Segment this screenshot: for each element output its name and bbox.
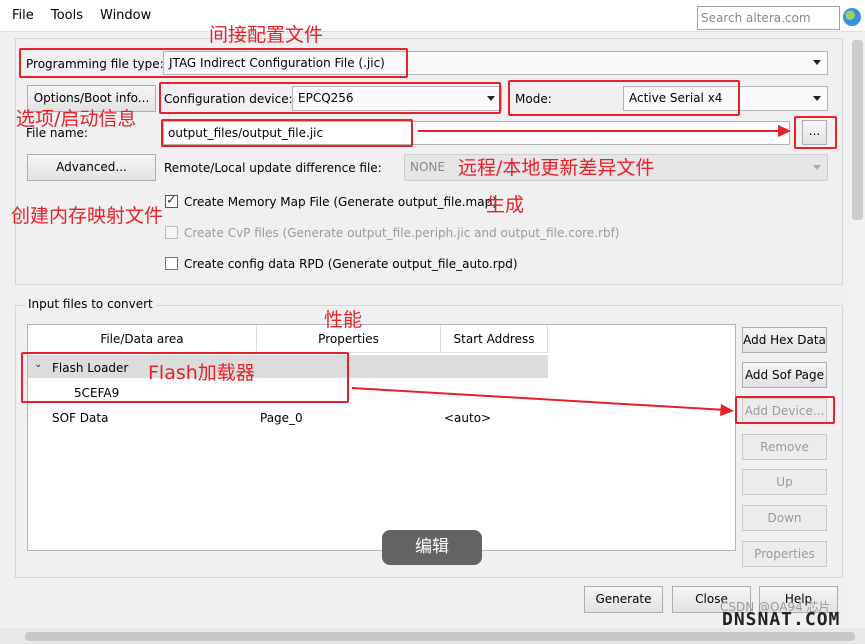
annotation-remote-local: 远程/本地更新差异文件 <box>458 157 655 179</box>
annotation-options-boot: 选项/启动信息 <box>16 108 137 130</box>
watermark-site: DNSNAT.COM <box>722 609 841 630</box>
annotation-properties: 性能 <box>324 309 363 331</box>
annotation-memory-map: 创建内存映射文件 <box>11 205 164 227</box>
annotation-indirect-config: 间接配置文件 <box>209 24 324 46</box>
edit-button[interactable]: 编辑 <box>382 530 482 565</box>
annotation-generate: 生成 <box>486 194 525 216</box>
arrow-head-add-device <box>720 404 734 416</box>
arrow-line-add-device <box>351 387 727 411</box>
arrow-head-file-name <box>778 125 791 137</box>
annotation-flash-loader: Flash加载器 <box>148 362 255 384</box>
